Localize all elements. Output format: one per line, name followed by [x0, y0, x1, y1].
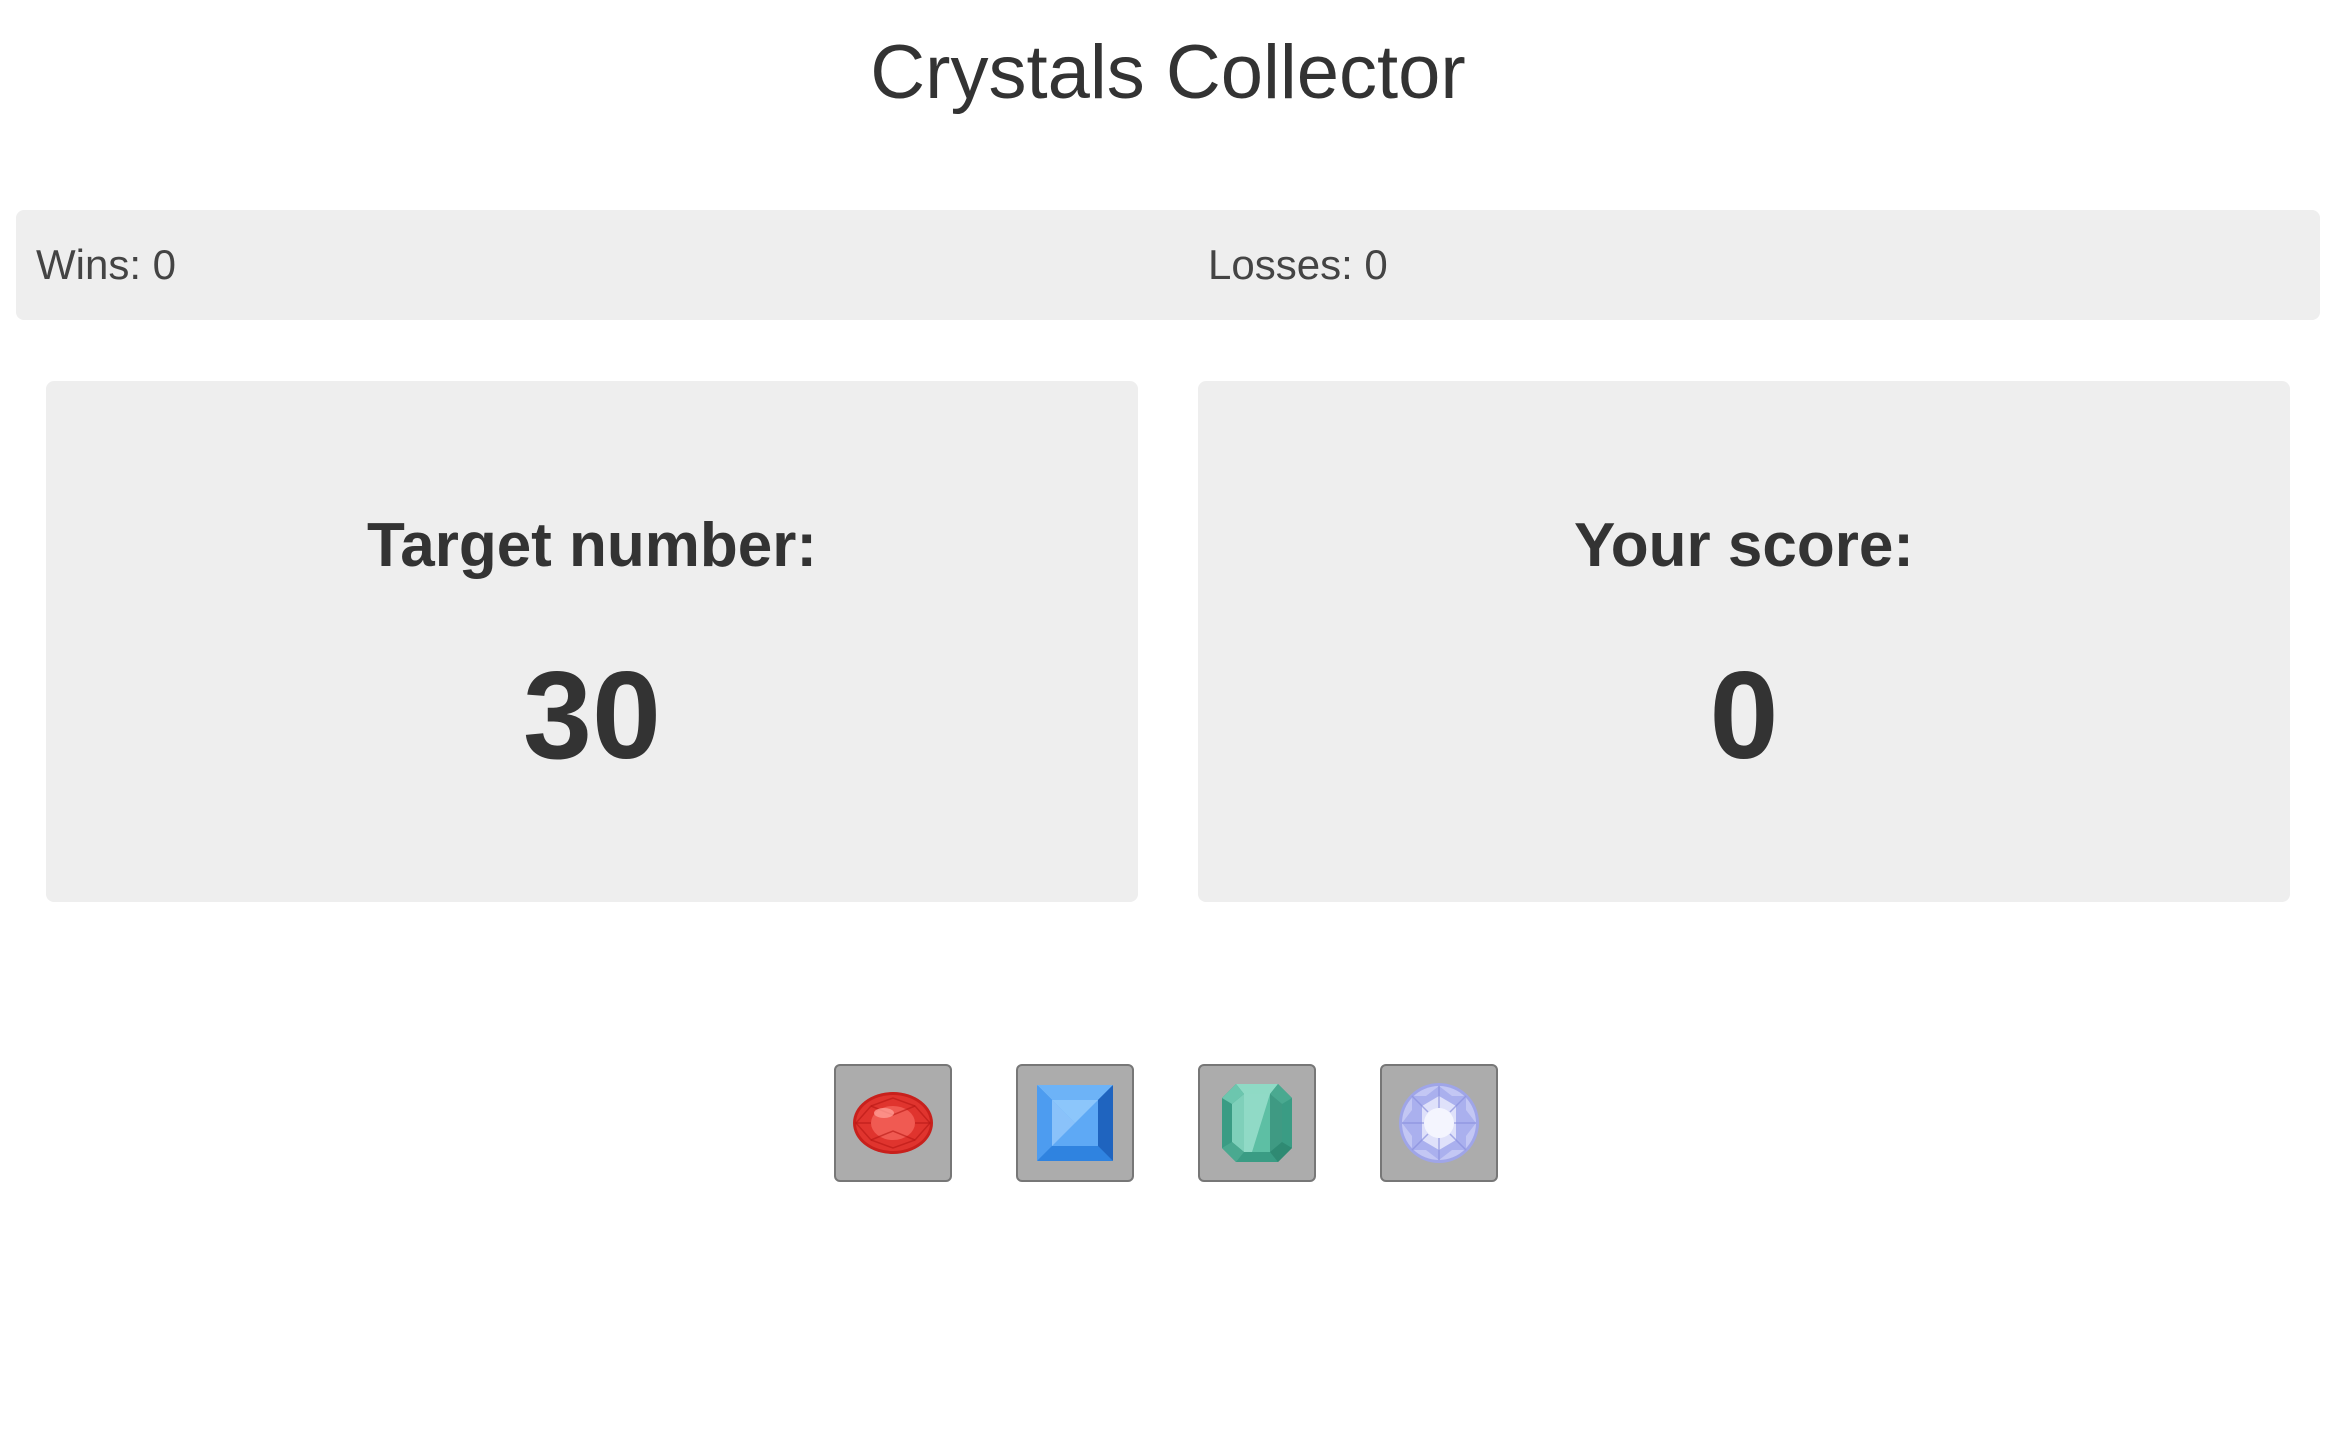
- wins-counter: Wins: 0: [36, 241, 177, 288]
- target-number-label: Target number:: [366, 511, 818, 580]
- clear-round-diamond-icon: [1399, 1083, 1479, 1163]
- green-crystal-button[interactable]: [1198, 1064, 1316, 1182]
- red-oval-gem-icon: [853, 1092, 933, 1154]
- page-title: Crystals Collector: [870, 30, 1466, 115]
- green-emerald-gem-icon: [1222, 1084, 1292, 1162]
- score-label: Your score:: [1574, 511, 1914, 580]
- blue-crystal-button[interactable]: [1016, 1064, 1134, 1182]
- red-crystal-button[interactable]: [834, 1064, 952, 1182]
- target-number-panel: Target number: 30: [46, 381, 1138, 902]
- white-crystal-button[interactable]: [1380, 1064, 1498, 1182]
- target-number-value: 30: [523, 647, 661, 785]
- losses-counter: Losses: 0: [1208, 241, 1388, 288]
- stats-bar: Wins: 0 Losses: 0: [16, 210, 2320, 320]
- score-panel: Your score: 0: [1198, 381, 2290, 902]
- score-value: 0: [1709, 647, 1779, 785]
- crystal-buttons: [834, 1064, 1502, 1186]
- blue-square-gem-icon: [1037, 1085, 1113, 1161]
